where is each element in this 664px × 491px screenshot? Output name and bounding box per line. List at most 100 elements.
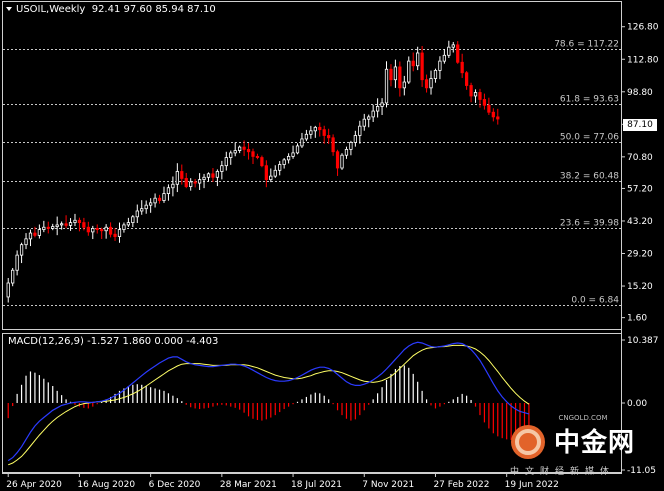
bull-candle[interactable] (362, 118, 366, 127)
bear-candle[interactable] (469, 85, 473, 97)
bear-candle[interactable] (318, 126, 322, 131)
bear-candle[interactable] (335, 151, 340, 169)
bull-candle[interactable] (202, 176, 206, 181)
bear-candle[interactable] (64, 223, 68, 226)
bear-candle[interactable] (327, 135, 331, 139)
bear-candle[interactable] (184, 178, 188, 187)
bull-candle[interactable] (215, 171, 220, 178)
bull-candle[interactable] (438, 60, 442, 71)
bull-candle[interactable] (175, 171, 179, 185)
bull-candle[interactable] (11, 269, 15, 284)
bear-candle[interactable] (264, 165, 268, 181)
bear-candle[interactable] (157, 197, 162, 201)
bear-candle[interactable] (33, 232, 37, 236)
bear-candle[interactable] (260, 157, 264, 167)
bear-candle[interactable] (46, 226, 50, 229)
bull-candle[interactable] (144, 204, 148, 210)
bear-candle[interactable] (242, 146, 246, 150)
bear-candle[interactable] (108, 226, 113, 235)
bear-candle[interactable] (322, 129, 326, 136)
candlestick-series[interactable] (6, 40, 500, 303)
bull-candle[interactable] (340, 154, 344, 169)
bear-candle[interactable] (460, 61, 464, 74)
bull-candle[interactable] (19, 244, 24, 256)
bull-candle[interactable] (353, 135, 357, 143)
bear-candle[interactable] (86, 226, 90, 233)
bear-candle[interactable] (77, 219, 82, 224)
bull-candle[interactable] (447, 46, 451, 56)
bull-candle[interactable] (291, 152, 295, 157)
bull-candle[interactable] (51, 226, 55, 229)
bull-candle[interactable] (55, 224, 59, 227)
bear-candle[interactable] (411, 60, 415, 67)
bull-candle[interactable] (60, 223, 64, 226)
symbol-dropdown-icon[interactable] (6, 7, 12, 11)
macd-signal-line[interactable] (8, 344, 530, 466)
bull-candle[interactable] (135, 210, 139, 218)
bull-candle[interactable] (68, 222, 73, 226)
fibonacci-retracement[interactable]: 78.6 = 117.22 61.8 = 93.63 50.0 = 77.06 38.… (3, 40, 621, 306)
bear-candle[interactable] (180, 171, 184, 179)
bull-candle[interactable] (229, 152, 233, 158)
bear-candle[interactable] (478, 92, 482, 100)
bull-candle[interactable] (126, 222, 131, 226)
bear-candle[interactable] (496, 116, 500, 120)
bull-candle[interactable] (171, 183, 175, 189)
bull-candle[interactable] (37, 229, 42, 236)
bull-candle[interactable] (371, 110, 375, 118)
bull-candle[interactable] (140, 208, 144, 212)
bear-candle[interactable] (487, 104, 491, 113)
bull-candle[interactable] (6, 282, 10, 298)
bear-candle[interactable] (82, 222, 86, 228)
bull-candle[interactable] (224, 157, 228, 167)
bull-candle[interactable] (269, 175, 273, 181)
bull-candle[interactable] (473, 92, 478, 97)
bull-candle[interactable] (349, 142, 353, 150)
bull-candle[interactable] (273, 169, 277, 177)
bear-candle[interactable] (420, 52, 424, 81)
bull-candle[interactable] (286, 155, 291, 161)
bull-candle[interactable] (238, 146, 242, 151)
bull-candle[interactable] (73, 219, 77, 224)
bull-candle[interactable] (15, 254, 19, 271)
bull-candle[interactable] (117, 229, 122, 237)
bull-candle[interactable] (380, 102, 384, 107)
bear-candle[interactable] (491, 111, 495, 118)
bull-candle[interactable] (313, 126, 317, 132)
bear-candle[interactable] (389, 68, 393, 81)
bull-candle[interactable] (197, 179, 202, 184)
bull-candle[interactable] (407, 60, 411, 83)
bull-candle[interactable] (402, 81, 406, 89)
bull-candle[interactable] (278, 164, 282, 171)
bear-candle[interactable] (482, 99, 487, 106)
bull-candle[interactable] (367, 116, 371, 120)
bull-candle[interactable] (384, 68, 389, 104)
bull-candle[interactable] (429, 78, 433, 89)
bull-candle[interactable] (451, 44, 455, 48)
bull-candle[interactable] (300, 138, 304, 147)
bull-candle[interactable] (131, 216, 135, 224)
bull-candle[interactable] (104, 226, 108, 232)
bull-candle[interactable] (295, 145, 300, 154)
bull-candle[interactable] (28, 232, 33, 240)
bear-candle[interactable] (100, 229, 104, 232)
bull-candle[interactable] (122, 224, 126, 230)
bull-candle[interactable] (309, 130, 313, 135)
bull-candle[interactable] (91, 228, 95, 233)
bull-candle[interactable] (206, 173, 211, 178)
bear-candle[interactable] (456, 44, 460, 63)
bear-candle[interactable] (193, 181, 197, 184)
bull-candle[interactable] (166, 187, 171, 194)
bear-candle[interactable] (424, 79, 429, 89)
bull-candle[interactable] (42, 226, 46, 230)
bear-candle[interactable] (398, 66, 402, 89)
bear-candle[interactable] (113, 233, 117, 237)
bear-candle[interactable] (464, 72, 469, 86)
macd-main-line[interactable] (7, 341, 530, 462)
bull-candle[interactable] (358, 125, 362, 136)
bull-candle[interactable] (433, 70, 438, 79)
bull-candle[interactable] (282, 159, 286, 165)
bull-candle[interactable] (393, 66, 398, 81)
bull-candle[interactable] (233, 150, 237, 154)
bull-candle[interactable] (304, 133, 309, 140)
